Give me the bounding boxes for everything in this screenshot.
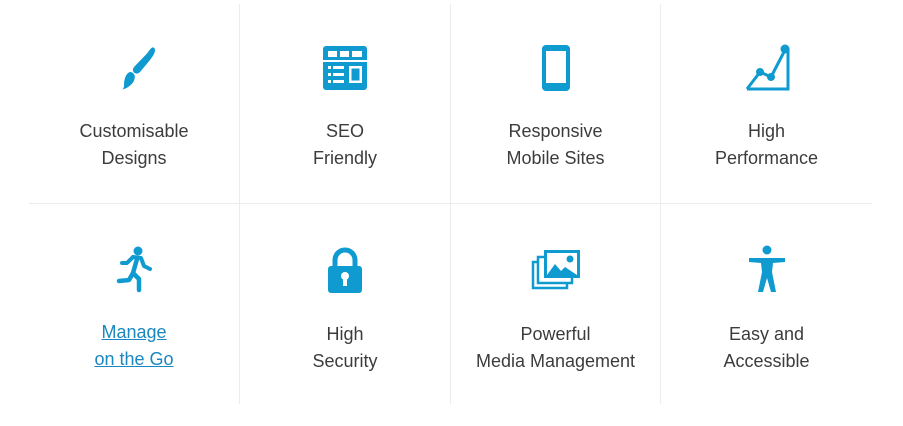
feature-label-line1: High	[326, 324, 364, 344]
feature-label-line1: Easy and	[728, 324, 805, 344]
manage-on-the-go-link-line1[interactable]: Manage	[94, 319, 173, 346]
feature-label-line2: Security	[312, 351, 378, 371]
feature-label: Responsive Mobile Sites	[506, 118, 604, 172]
feature-label-line1: SEO	[325, 121, 364, 141]
features-grid: Customisable Designs SEO Friendly Respon…	[29, 4, 872, 404]
feature-customisable-designs: Customisable Designs	[29, 4, 240, 204]
mobile-phone-icon	[530, 42, 582, 94]
feature-label-line2: Designs	[101, 148, 167, 168]
media-stack-icon	[530, 244, 582, 296]
feature-label[interactable]: Manage on the Go	[94, 319, 173, 373]
feature-label-line1: Responsive	[508, 121, 603, 141]
accessibility-person-icon	[741, 244, 793, 296]
feature-label: High Security	[312, 321, 377, 375]
seo-layout-icon	[319, 42, 371, 94]
feature-label: SEO Friendly	[313, 118, 377, 172]
feature-label-line2: Accessible	[723, 351, 810, 371]
running-person-icon	[108, 244, 160, 296]
feature-label: Easy and Accessible	[723, 321, 809, 375]
feature-label: Customisable Designs	[79, 118, 188, 172]
feature-high-security: High Security	[240, 204, 451, 404]
feature-label-line1: High	[747, 121, 785, 141]
feature-label-line2: Friendly	[312, 148, 378, 168]
feature-powerful-media-management: Powerful Media Management	[451, 204, 661, 404]
paintbrush-icon	[108, 42, 160, 94]
feature-responsive-mobile-sites: Responsive Mobile Sites	[451, 4, 661, 204]
feature-seo-friendly: SEO Friendly	[240, 4, 451, 204]
feature-label: Powerful Media Management	[476, 321, 635, 375]
feature-label-line2: Media Management	[475, 351, 636, 371]
padlock-icon	[319, 244, 371, 296]
performance-chart-icon	[741, 42, 793, 94]
feature-high-performance: High Performance	[661, 4, 872, 204]
feature-label-line2: Performance	[714, 148, 819, 168]
manage-on-the-go-link-line2[interactable]: on the Go	[94, 346, 173, 373]
feature-label-line1: Customisable	[79, 121, 189, 141]
feature-manage-on-the-go: Manage on the Go	[29, 204, 240, 404]
feature-label-line2: Mobile Sites	[506, 148, 605, 168]
feature-easy-and-accessible: Easy and Accessible	[661, 204, 872, 404]
feature-label-line1: Powerful	[520, 324, 591, 344]
feature-label: High Performance	[715, 118, 818, 172]
